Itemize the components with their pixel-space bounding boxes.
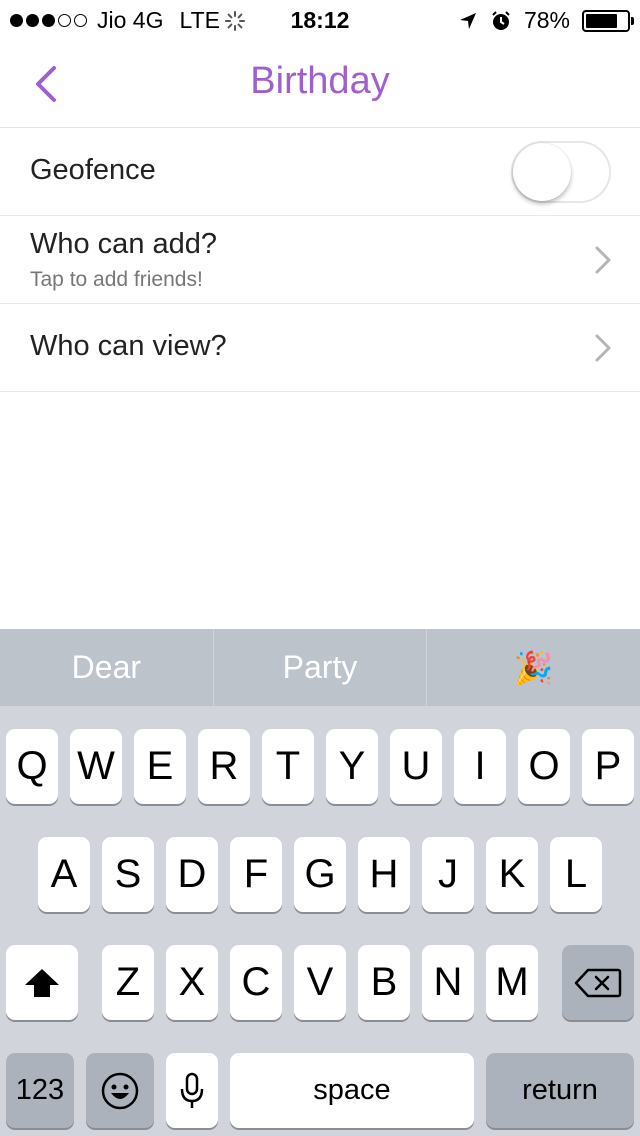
key-e[interactable]: E [134, 729, 186, 804]
key-y[interactable]: Y [326, 729, 378, 804]
key-o[interactable]: O [518, 729, 570, 804]
who-can-add-row[interactable]: Who can add? Tap to add friends! [0, 216, 640, 304]
key-g[interactable]: G [294, 837, 346, 912]
toggle-knob [513, 143, 571, 201]
key-k[interactable]: K [486, 837, 538, 912]
page-title: Birthday [250, 60, 390, 102]
geofence-row: Geofence [0, 128, 640, 216]
key-a[interactable]: A [38, 837, 90, 912]
prediction-emoji[interactable]: 🎉 [427, 629, 640, 706]
numbers-key[interactable]: 123 [6, 1053, 74, 1128]
key-w[interactable]: W [70, 729, 122, 804]
key-h[interactable]: H [358, 837, 410, 912]
return-key[interactable]: return [486, 1053, 634, 1128]
geofence-toggle[interactable] [511, 141, 611, 203]
chevron-right-icon [595, 334, 611, 362]
navigation-bar: Birthday [0, 40, 640, 128]
battery-level [586, 13, 618, 28]
emoji-smiley-icon [101, 1072, 139, 1109]
key-s[interactable]: S [102, 837, 154, 912]
shift-key[interactable] [6, 945, 78, 1020]
status-bar: Jio 4G LTE 18:12 78% [0, 0, 640, 40]
dictation-key[interactable] [166, 1053, 218, 1128]
key-b[interactable]: B [358, 945, 410, 1020]
geofence-label: Geofence [30, 154, 156, 186]
key-t[interactable]: T [262, 729, 314, 804]
prediction-suggestion[interactable]: Party [214, 629, 428, 706]
alarm-clock-icon [492, 10, 510, 30]
who-can-add-subtitle: Tap to add friends! [30, 268, 203, 291]
key-u[interactable]: U [390, 729, 442, 804]
key-q[interactable]: Q [6, 729, 58, 804]
key-p[interactable]: P [582, 729, 634, 804]
key-l[interactable]: L [550, 837, 602, 912]
key-d[interactable]: D [166, 837, 218, 912]
key-r[interactable]: R [198, 729, 250, 804]
key-c[interactable]: C [230, 945, 282, 1020]
key-x[interactable]: X [166, 945, 218, 1020]
prediction-suggestion[interactable]: Dear [0, 629, 214, 706]
chevron-right-icon [595, 246, 611, 274]
predictive-bar: Dear Party 🎉 [0, 629, 640, 706]
shift-arrow-icon [25, 968, 59, 997]
delete-key[interactable] [562, 945, 634, 1020]
key-v[interactable]: V [294, 945, 346, 1020]
space-key[interactable]: space [230, 1053, 474, 1128]
battery-icon [582, 9, 634, 32]
key-f[interactable]: F [230, 837, 282, 912]
location-arrow-icon [459, 12, 476, 29]
battery-percent: 78% [523, 7, 570, 33]
status-right: 78% [458, 7, 634, 34]
who-can-add-label: Who can add? [30, 228, 218, 260]
key-i[interactable]: I [454, 729, 506, 804]
emoji-key[interactable] [86, 1053, 154, 1128]
microphone-icon [180, 1072, 204, 1108]
backspace-icon [574, 968, 622, 997]
key-j[interactable]: J [422, 837, 474, 912]
key-m[interactable]: M [486, 945, 538, 1020]
who-can-view-row[interactable]: Who can view? [0, 304, 640, 392]
key-n[interactable]: N [422, 945, 474, 1020]
key-z[interactable]: Z [102, 945, 154, 1020]
keyboard: Dear Party 🎉 Q W E R T Y U I O P A S D F… [0, 629, 640, 1136]
who-can-view-label: Who can view? [30, 330, 227, 362]
